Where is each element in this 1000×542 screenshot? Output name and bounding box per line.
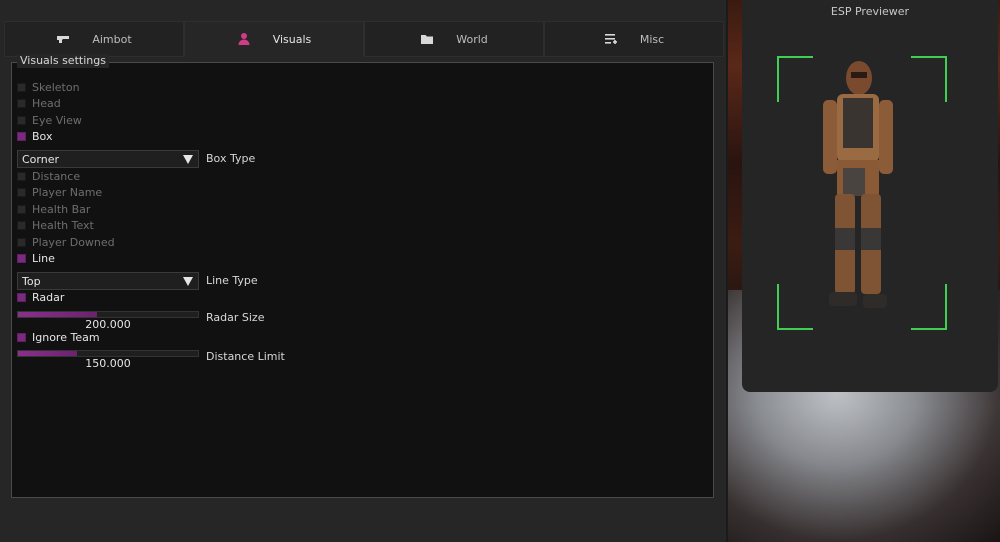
ignore-team-checkbox[interactable]: Ignore Team (17, 330, 100, 344)
radar-checkbox[interactable]: Radar (17, 290, 64, 304)
checkbox-box-checked[interactable] (17, 131, 26, 141)
skeleton-label: Skeleton (32, 80, 80, 94)
checkbox-box[interactable] (17, 98, 26, 108)
checkbox-box[interactable] (17, 204, 26, 214)
box-type-value: Corner (22, 152, 60, 166)
esp-box-corner-top-left (777, 56, 813, 102)
box-type-dropdown[interactable]: Corner (17, 150, 199, 168)
box-type-label: Box Type (206, 152, 256, 165)
checkbox-box[interactable] (17, 82, 26, 92)
tab-visuals[interactable]: Visuals (184, 21, 364, 57)
folder-icon (420, 32, 434, 46)
tab-aimbot[interactable]: Aimbot (4, 21, 184, 57)
esp-box-corner-top-right (911, 56, 947, 102)
line-checkbox[interactable]: Line (17, 251, 55, 265)
tab-world-label: World (456, 32, 488, 46)
slider-fill (18, 312, 98, 317)
tab-aimbot-label: Aimbot (92, 32, 132, 46)
checkbox-box[interactable] (17, 237, 26, 247)
group-title: Visuals settings (17, 54, 109, 68)
box-label: Box (32, 129, 53, 143)
list-add-icon (604, 32, 618, 46)
skeleton-checkbox[interactable]: Skeleton (17, 80, 80, 94)
dropdown-arrow-icon (183, 277, 193, 286)
checkbox-box[interactable] (17, 220, 26, 230)
esp-box-corner-bottom-left (777, 284, 813, 330)
dropdown-arrow-icon (183, 155, 193, 164)
line-type-value: Top (22, 274, 41, 288)
player-name-label: Player Name (32, 185, 103, 199)
box-checkbox[interactable]: Box (17, 129, 52, 143)
ignore-team-label: Ignore Team (32, 330, 100, 344)
line-label: Line (32, 251, 55, 265)
radar-size-label: Radar Size (206, 311, 265, 324)
health-text-label: Health Text (32, 218, 94, 232)
tab-misc[interactable]: Misc (544, 21, 724, 57)
player-name-checkbox[interactable]: Player Name (17, 185, 102, 199)
distance-limit-slider[interactable] (17, 350, 199, 357)
player-model-preview (823, 61, 893, 308)
head-label: Head (32, 96, 61, 110)
head-checkbox[interactable]: Head (17, 96, 61, 110)
health-text-checkbox[interactable]: Health Text (17, 218, 94, 232)
health-bar-label: Health Bar (32, 202, 91, 216)
tab-world[interactable]: World (364, 21, 544, 57)
gun-icon (56, 32, 70, 46)
checkbox-box-checked[interactable] (17, 332, 26, 342)
checkbox-box-checked[interactable] (17, 292, 26, 302)
slider-fill (18, 351, 78, 356)
eye-view-checkbox[interactable]: Eye View (17, 113, 82, 127)
eye-view-label: Eye View (32, 113, 82, 127)
line-type-dropdown[interactable]: Top (17, 272, 199, 290)
checkbox-box[interactable] (17, 115, 26, 125)
radar-label: Radar (32, 290, 65, 304)
checkbox-box[interactable] (17, 187, 26, 197)
person-icon (237, 32, 251, 46)
distance-limit-value: 150.000 (85, 357, 131, 370)
player-downed-checkbox[interactable]: Player Downed (17, 235, 115, 249)
distance-checkbox[interactable]: Distance (17, 169, 80, 183)
line-type-label: Line Type (206, 274, 258, 287)
tab-bar: Aimbot Visuals World Misc (4, 21, 724, 57)
tab-visuals-label: Visuals (272, 32, 312, 46)
esp-previewer-title: ESP Previewer (830, 5, 910, 18)
menu-window: Aimbot Visuals World Misc Visuals settin… (0, 0, 726, 542)
radar-size-slider[interactable] (17, 311, 199, 318)
checkbox-box[interactable] (17, 171, 26, 181)
distance-limit-label: Distance Limit (206, 350, 285, 363)
tab-misc-label: Misc (639, 32, 665, 46)
esp-box-corner-bottom-right (911, 284, 947, 330)
player-downed-label: Player Downed (32, 235, 115, 249)
checkbox-box-checked[interactable] (17, 253, 26, 263)
distance-label: Distance (32, 169, 81, 183)
health-bar-checkbox[interactable]: Health Bar (17, 202, 90, 216)
